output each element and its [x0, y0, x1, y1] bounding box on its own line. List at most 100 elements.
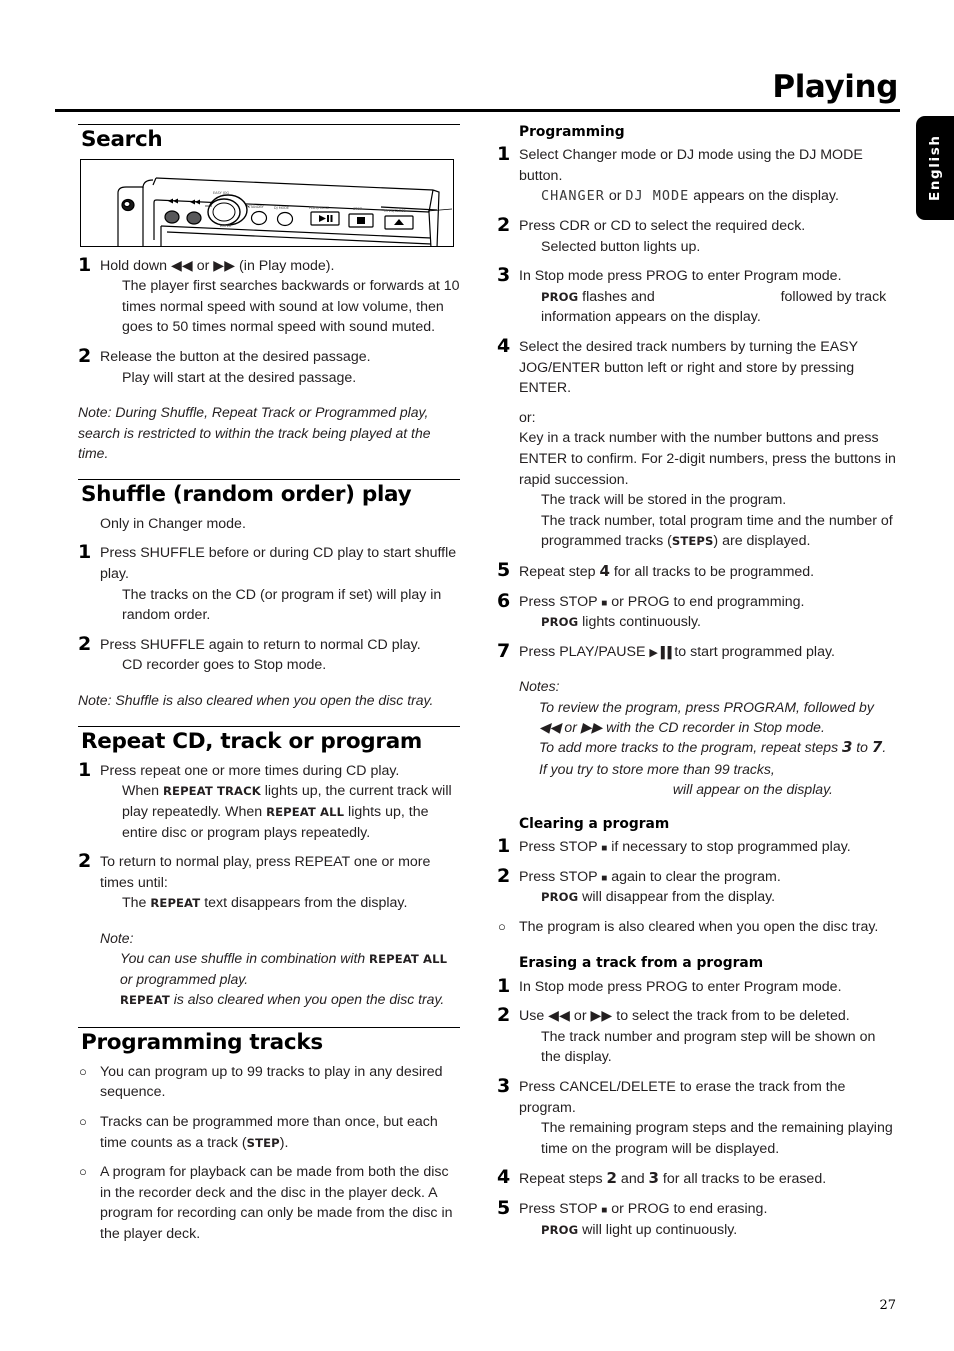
step-text: In Stop mode press PROG to enter Program…: [519, 978, 842, 995]
list-item-text: Tracks can be programmed more than once,…: [100, 1112, 460, 1153]
list-item: ○ You can program up to 99 tracks to pla…: [78, 1062, 460, 1103]
svg-text:OPEN/CLOSE: OPEN/CLOSE: [384, 209, 406, 213]
step-item: 2 Press CDR or CD to select the required…: [497, 214, 897, 257]
text-fragment: will light up continuously.: [578, 1221, 738, 1238]
step-text: Press STOP ■ if necessary to stop progra…: [519, 837, 897, 858]
note-line-2: REPEAT is also cleared when you open the…: [120, 989, 460, 1009]
step-text: Press repeat one or more times during CD…: [100, 761, 460, 843]
svg-text:EASY JOG: EASY JOG: [213, 191, 229, 195]
display-indicator-repeat: REPEAT: [120, 992, 170, 1007]
step-number: 2: [497, 214, 511, 237]
step-text: Press SHUFFLE again to return to normal …: [100, 635, 460, 676]
step-main-text: Use ◀◀ or ▶▶ to select the track from to…: [519, 1008, 850, 1025]
text-fragment: flashes and: [578, 288, 659, 305]
step-number: 4: [497, 1166, 511, 1189]
step-sub-text: PROG flashes and followed by track infor…: [541, 287, 897, 328]
step-number: 5: [497, 1197, 511, 1220]
display-indicator-prog: PROG: [541, 615, 579, 630]
step-alt-label: or:: [519, 409, 536, 426]
section-divider: [78, 1027, 460, 1029]
display-text-changer: CHANGER: [541, 188, 605, 205]
display-indicator-repeat-all: REPEAT ALL: [369, 952, 448, 967]
step-sub-text: The player first searches backwards or f…: [122, 278, 460, 336]
text-fragment: Repeat step: [519, 563, 600, 580]
step-item: 3 In Stop mode press PROG to enter Progr…: [497, 265, 897, 328]
search-note: Note: During Shuffle, Repeat Track or Pr…: [78, 404, 431, 461]
display-text-dj-mode: DJ MODE: [625, 188, 690, 205]
step-item: 5 Press STOP ■ or PROG to end erasing. P…: [497, 1197, 897, 1240]
cd-recorder-panel-illustration: EASY JOG ENTER STANDBY DJ MODE PLAY/PAUS…: [80, 158, 454, 247]
step-sub-text: CD recorder goes to Stop mode.: [122, 657, 327, 674]
step-number: 3: [497, 1074, 511, 1097]
page-title: Playing: [772, 69, 898, 105]
step-main-text: Select Changer mode or DJ mode using the…: [519, 147, 863, 184]
step-sub-text: The tracks on the CD (or program if set)…: [122, 586, 442, 624]
left-column: Search EASY JOG ENTER STANDBY DJ MODE PL…: [78, 124, 460, 1247]
text-fragment: Press STOP: [519, 838, 602, 855]
text-fragment: or PROG to end erasing.: [607, 1201, 768, 1218]
step-item: 2 Use ◀◀ or ▶▶ to select the track from …: [497, 1005, 897, 1068]
subsection-title-clearing: Clearing a program: [519, 815, 670, 832]
step-item: 2 Press SHUFFLE again to return to norma…: [78, 634, 460, 676]
subsection-title-programming: Programming: [519, 124, 625, 140]
notes-label: Notes:: [519, 678, 560, 695]
step-main-text: Press CANCEL/DELETE to erase the track f…: [519, 1078, 846, 1116]
text-fragment: appears on the display.: [689, 188, 839, 205]
text-fragment: or programmed play.: [120, 970, 249, 987]
step-sub-text: PROG will disappear from the display.: [541, 887, 897, 908]
step-item: 5 Repeat step 4 for all tracks to be pro…: [497, 558, 897, 583]
step-sub-text: The remaining program steps and the rema…: [541, 1120, 893, 1157]
step-item: 1 Press STOP ■ if necessary to stop prog…: [497, 836, 897, 858]
page-number: 27: [879, 1298, 896, 1313]
step-text: In Stop mode press PROG to enter Program…: [519, 266, 897, 328]
display-indicator-prog: PROG: [541, 289, 579, 304]
step-item: 1 Press repeat one or more times during …: [78, 760, 460, 843]
step-main-text: Hold down ◀◀ or ▶▶ (in Play mode).: [100, 257, 335, 274]
text-fragment: for all tracks to be programmed.: [609, 563, 815, 580]
step-reference: 3: [648, 1169, 659, 1188]
step-number: 5: [497, 558, 511, 581]
panel-round-buttons: [121, 198, 294, 226]
easy-jog-knob: [207, 193, 248, 226]
list-item: ○ Tracks can be programmed more than onc…: [78, 1112, 460, 1153]
header-divider: [55, 109, 900, 112]
step-main-text: Press SHUFFLE before or during CD play t…: [100, 545, 457, 582]
step-item: 1 Select Changer mode or DJ mode using t…: [497, 144, 897, 207]
programming-notes: Notes: To review the program, press PROG…: [519, 676, 897, 799]
step-item: 4 Select the desired track numbers by tu…: [497, 334, 897, 552]
section-title-repeat: Repeat CD, track or program: [81, 729, 423, 755]
section-programming: Programming 1 Select Changer mode or DJ …: [497, 124, 897, 800]
text-fragment: if necessary to stop programmed play.: [607, 838, 851, 855]
section-title-search: Search: [81, 127, 163, 152]
step-sub-text: The REPEAT text disappears from the disp…: [122, 893, 460, 914]
display-indicator-repeat-track: REPEAT TRACK: [163, 784, 261, 799]
bullet-circle-icon: ○: [79, 1114, 87, 1129]
step-main-text: Press repeat one or more times during CD…: [100, 762, 400, 779]
section-shuffle: Shuffle (random order) play Only in Chan…: [78, 479, 460, 710]
step-number: 2: [78, 850, 92, 873]
list-item-text: A program for playback can be made from …: [100, 1164, 453, 1242]
section-divider: [78, 726, 460, 728]
section-title-shuffle: Shuffle (random order) play: [81, 482, 412, 508]
text-fragment: When: [122, 783, 164, 800]
section-title-programming-tracks: Programming tracks: [81, 1030, 323, 1056]
display-indicator-prog: PROG: [541, 890, 579, 905]
step-sub-text: When REPEAT TRACK lights up, the current…: [122, 781, 460, 843]
step-main-text: Release the button at the desired passag…: [100, 349, 371, 366]
step-text: Repeat step 4 for all tracks to be progr…: [519, 561, 897, 583]
shuffle-intro: Only in Changer mode.: [100, 515, 246, 532]
step-text: Select Changer mode or DJ mode using the…: [519, 145, 897, 207]
section-erasing-track: Erasing a track from a program 1 In Stop…: [497, 955, 897, 1240]
text-fragment: Press PLAY/PAUSE: [519, 643, 650, 660]
step-item: 3 Press CANCEL/DELETE to erase the track…: [497, 1074, 897, 1159]
step-text: Press STOP ■ or PROG to end programming.…: [519, 592, 897, 633]
text-fragment: Press STOP: [519, 868, 602, 885]
step-text: To return to normal play, press REPEAT o…: [100, 852, 460, 914]
display-indicator-steps: STEPS: [671, 534, 714, 549]
text-fragment: is also cleared when you open the disc t…: [169, 990, 445, 1007]
text-fragment: If you try to store more than 99 tracks,: [539, 761, 775, 778]
language-side-tab-label: English: [927, 134, 943, 202]
step-number: 4: [497, 334, 511, 357]
step-text: Press CANCEL/DELETE to erase the track f…: [519, 1077, 897, 1159]
step-number: 6: [497, 589, 511, 612]
